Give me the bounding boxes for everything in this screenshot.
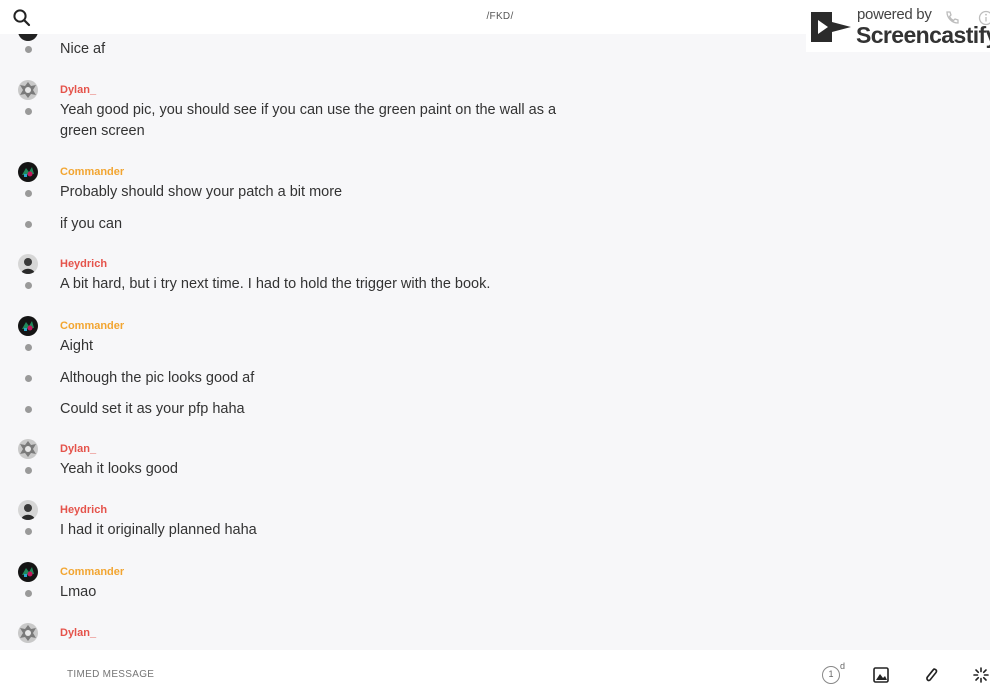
avatar[interactable] <box>18 34 38 41</box>
avatar-commander[interactable] <box>18 562 38 582</box>
message-text: Although the pic looks good af <box>60 370 255 386</box>
message-text: Yeah it looks good <box>60 461 178 477</box>
username[interactable]: Heydrich <box>60 258 107 270</box>
timer-value: 1 <box>822 666 840 684</box>
image-icon[interactable] <box>872 664 890 686</box>
message-list[interactable]: Nice af Dylan_ Yeah good pic, you should… <box>0 34 990 650</box>
message-text: Aight <box>60 338 94 354</box>
username[interactable]: Dylan_ <box>60 84 96 96</box>
avatar-commander[interactable] <box>18 162 38 182</box>
message-dot <box>25 46 32 53</box>
watermark-powered-by: powered by <box>857 6 932 23</box>
message-text: Probably should show your patch a bit mo… <box>60 184 343 200</box>
message-dot <box>25 344 32 351</box>
paperclip-icon[interactable] <box>922 664 940 686</box>
avatar-dylan[interactable] <box>18 439 38 459</box>
message-dot <box>25 528 32 535</box>
avatar-dylan[interactable] <box>18 623 38 643</box>
timer-button[interactable]: 1 d <box>822 661 850 686</box>
message-dot <box>25 108 32 115</box>
avatar-heydrich[interactable] <box>18 254 38 274</box>
spinner-icon[interactable] <box>972 664 990 686</box>
message-dot <box>25 590 32 597</box>
message-text: Yeah good pic, you should see if you can… <box>60 102 557 139</box>
avatar-heydrich[interactable] <box>18 500 38 520</box>
username[interactable]: Heydrich <box>60 504 107 516</box>
composer-bar: 1 d <box>0 650 990 700</box>
timer-unit: d <box>840 661 846 671</box>
username[interactable]: Commander <box>60 566 124 578</box>
message-dot <box>25 406 32 413</box>
username[interactable]: Commander <box>60 166 124 178</box>
message-dot <box>25 190 32 197</box>
message-dot <box>25 221 32 228</box>
info-icon <box>978 10 990 31</box>
message-dot <box>25 282 32 289</box>
message-text: Nice af <box>60 41 106 57</box>
username[interactable]: Commander <box>60 320 124 332</box>
username[interactable]: Dylan_ <box>60 627 96 639</box>
message-text: Lmao <box>60 584 97 600</box>
avatar-commander[interactable] <box>18 316 38 336</box>
message-text: A bit hard, but i try next time. I had t… <box>60 276 491 292</box>
message-text: I had it originally planned haha <box>60 522 257 538</box>
message-text: if you can <box>60 216 123 232</box>
message-dot <box>25 467 32 474</box>
message-text: Could set it as your pfp haha <box>60 401 245 417</box>
avatar-dylan[interactable] <box>18 80 38 100</box>
username[interactable]: Dylan_ <box>60 443 96 455</box>
phone-icon <box>944 10 960 31</box>
message-input[interactable] <box>67 669 667 680</box>
message-dot <box>25 375 32 382</box>
